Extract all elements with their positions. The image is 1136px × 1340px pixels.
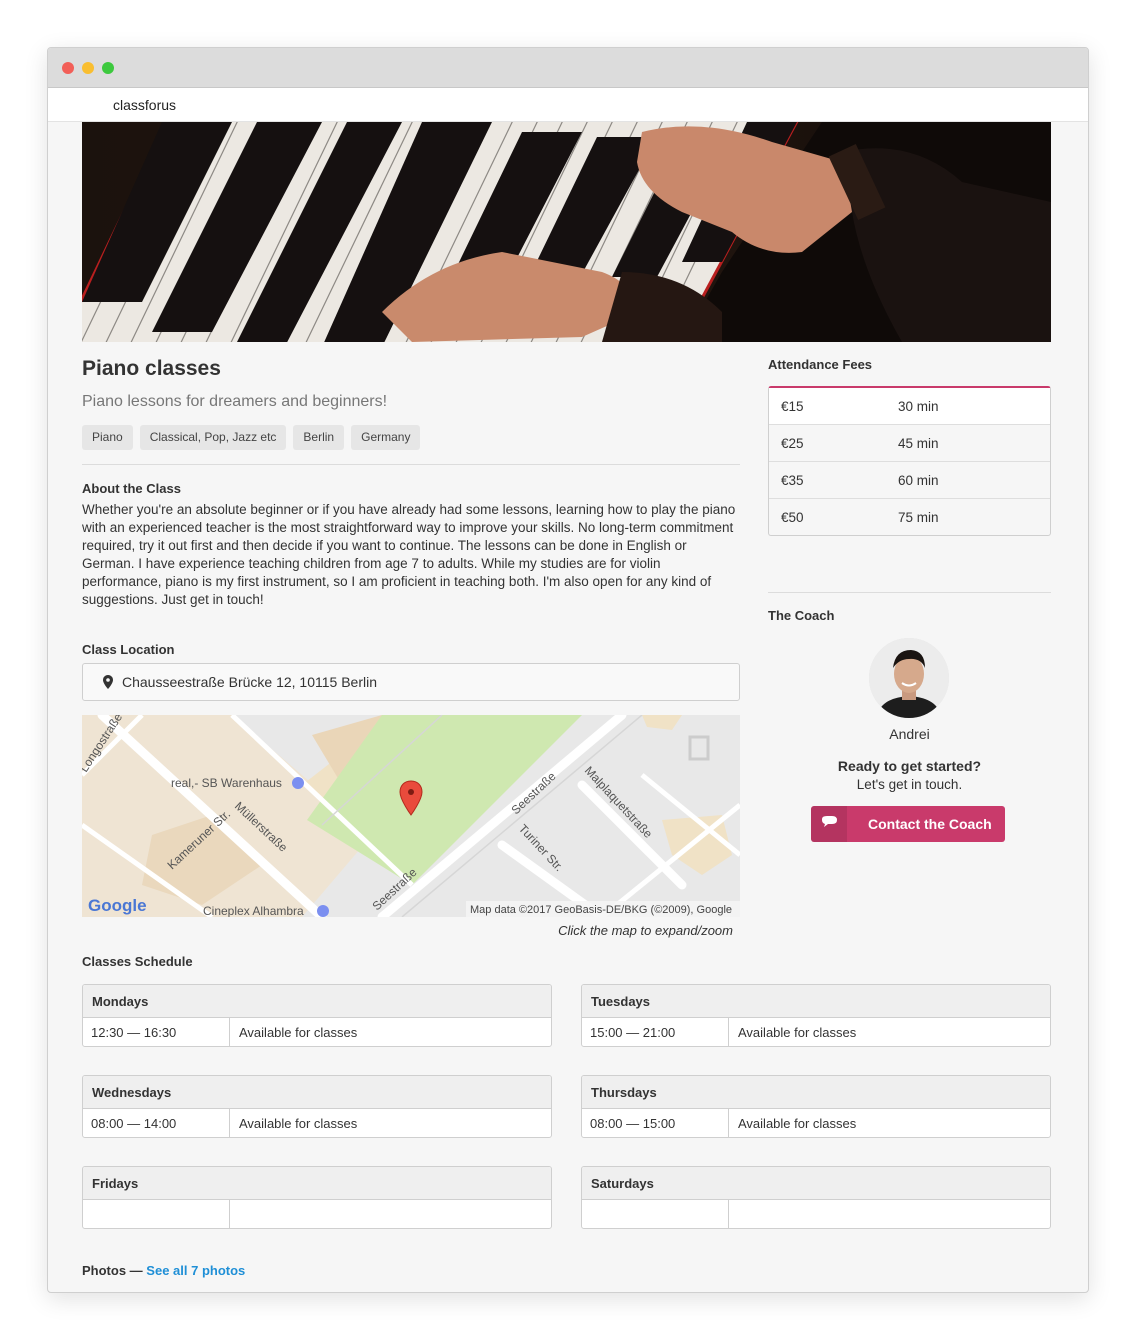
hero-image [82, 122, 1051, 342]
schedule-day-card: Saturdays [581, 1166, 1051, 1229]
fee-row: €50 75 min [769, 498, 1050, 535]
window-titlebar [48, 48, 1088, 88]
schedule-day-status: Available for classes [239, 1025, 358, 1040]
fee-price: €50 [781, 510, 804, 525]
schedule-day-name: Mondays [83, 985, 551, 1018]
schedule-day-name: Tuesdays [582, 985, 1050, 1018]
browser-window: classforus Piano classes Piano lessons f… [47, 47, 1089, 1293]
location-map[interactable]: real,- SB Warenhaus Cineplex Alhambra Mü… [82, 715, 740, 917]
see-all-photos-link[interactable]: See all 7 photos [146, 1263, 245, 1278]
fee-row: €25 45 min [769, 424, 1050, 461]
cta-question: Ready to get started? [837, 758, 982, 774]
map-caption: Click the map to expand/zoom [558, 923, 733, 938]
fees-table: €15 30 min €25 45 min €35 60 min €50 75 … [768, 386, 1051, 536]
schedule-day-card: Wednesdays 08:00 — 14:00 Available for c… [82, 1075, 552, 1138]
divider [768, 592, 1051, 593]
sidebar-column: Attendance Fees €15 30 min €25 45 min €3… [768, 342, 1051, 842]
location-address: Chausseestraße Brücke 12, 10115 Berlin [122, 674, 377, 690]
photos-section: Photos — See all 7 photos [82, 1263, 245, 1278]
schedule-day-name: Thursdays [582, 1076, 1050, 1109]
fee-duration: 60 min [898, 473, 939, 488]
chat-bubble-icon [811, 806, 847, 842]
about-title: About the Class [82, 481, 181, 496]
fee-duration: 30 min [898, 399, 939, 414]
minimize-window-button[interactable] [82, 62, 94, 74]
class-tags: Piano Classical, Pop, Jazz etc Berlin Ge… [82, 425, 740, 450]
location-title: Class Location [82, 642, 175, 657]
schedule-day-status: Available for classes [738, 1116, 857, 1131]
fee-row: €35 60 min [769, 461, 1050, 498]
class-subtitle: Piano lessons for dreamers and beginners… [82, 393, 388, 410]
close-window-button[interactable] [62, 62, 74, 74]
about-text: Whether you're an absolute beginner or i… [82, 502, 736, 607]
schedule-grid: Mondays 12:30 — 16:30 Available for clas… [82, 984, 1051, 1230]
fees-title: Attendance Fees [768, 357, 873, 372]
fee-row: €15 30 min [769, 388, 1050, 424]
schedule-day-name: Wednesdays [83, 1076, 551, 1109]
fee-duration: 75 min [898, 510, 939, 525]
schedule-section: Classes Schedule Mondays 12:30 — 16:30 A… [82, 954, 1051, 1230]
contact-coach-label: Contact the Coach [868, 816, 992, 832]
google-logo: Google [88, 896, 147, 915]
class-title: Piano classes [82, 357, 221, 380]
contact-coach-button[interactable]: Contact the Coach [811, 806, 1005, 842]
photos-label: Photos — [82, 1263, 143, 1278]
tag-instrument[interactable]: Piano [82, 425, 133, 450]
tag-genres[interactable]: Classical, Pop, Jazz etc [139, 425, 287, 450]
maximize-window-button[interactable] [102, 62, 114, 74]
fee-price: €15 [781, 399, 804, 414]
schedule-day-time [83, 1200, 230, 1228]
fee-price: €35 [781, 473, 804, 488]
schedule-day-status: Available for classes [738, 1025, 857, 1040]
fee-duration: 45 min [898, 436, 939, 451]
map-label-warenhaus: real,- SB Warenhaus [171, 776, 282, 790]
coach-avatar[interactable] [869, 638, 949, 718]
tag-country[interactable]: Germany [351, 425, 421, 450]
map-pin-icon [103, 675, 113, 689]
coach-name: Andrei [889, 726, 930, 742]
location-address-box: Chausseestraße Brücke 12, 10115 Berlin [82, 663, 740, 701]
schedule-day-card: Thursdays 08:00 — 15:00 Available for cl… [581, 1075, 1051, 1138]
schedule-day-name: Fridays [83, 1167, 551, 1200]
schedule-day-time: 08:00 — 15:00 [582, 1109, 729, 1137]
top-navbar: classforus [48, 88, 1088, 122]
map-label-cineplex: Cineplex Alhambra [203, 904, 304, 917]
brand-logo[interactable]: classforus [113, 97, 176, 113]
schedule-day-card: Fridays [82, 1166, 552, 1229]
schedule-day-name: Saturdays [582, 1167, 1050, 1200]
cta-subtext: Let's get in touch. [856, 777, 963, 792]
class-main-column: Piano classes Piano lessons for dreamers… [82, 342, 740, 938]
tag-city[interactable]: Berlin [293, 425, 345, 450]
schedule-title: Classes Schedule [82, 954, 193, 969]
coach-title: The Coach [768, 608, 835, 623]
schedule-day-time: 08:00 — 14:00 [83, 1109, 230, 1137]
schedule-day-card: Tuesdays 15:00 — 21:00 Available for cla… [581, 984, 1051, 1047]
schedule-day-status: Available for classes [239, 1116, 358, 1131]
schedule-day-time [582, 1200, 729, 1228]
schedule-day-time: 12:30 — 16:30 [83, 1018, 230, 1046]
map-attribution: Map data ©2017 GeoBasis-DE/BKG (©2009), … [470, 904, 732, 916]
schedule-day-time: 15:00 — 21:00 [582, 1018, 729, 1046]
divider [82, 464, 740, 465]
schedule-day-card: Mondays 12:30 — 16:30 Available for clas… [82, 984, 552, 1047]
fee-price: €25 [781, 436, 804, 451]
